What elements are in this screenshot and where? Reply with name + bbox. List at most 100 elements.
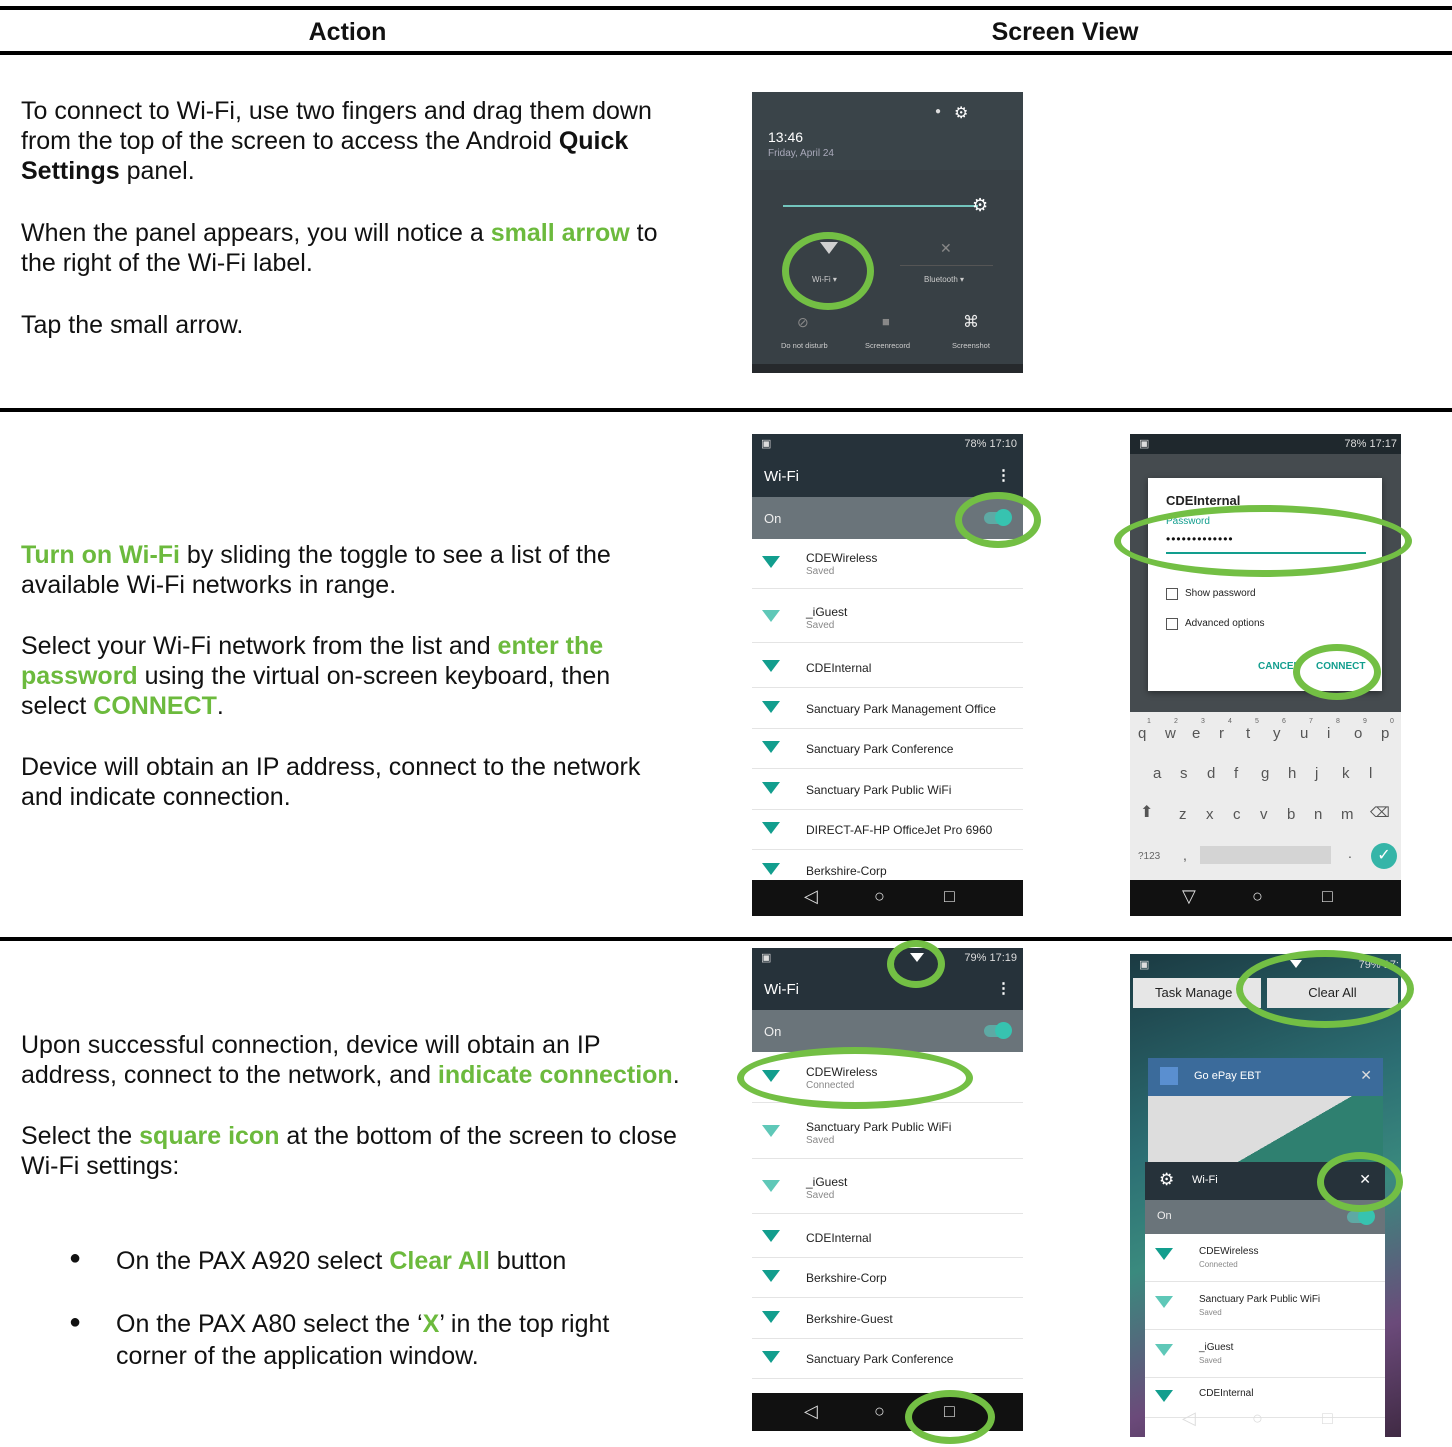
period-key[interactable]: . bbox=[1348, 845, 1352, 861]
key-i[interactable]: 8i bbox=[1319, 718, 1346, 746]
bullet-2-dot: ● bbox=[69, 1311, 82, 1333]
key-m[interactable]: m bbox=[1341, 806, 1354, 823]
network-item[interactable]: _iGuest Saved bbox=[752, 1168, 1023, 1214]
key-hint-number: 3 bbox=[1201, 718, 1205, 725]
highlight-ring-recents-button bbox=[905, 1390, 995, 1444]
quick-settings-header: ● ⚙ 13:46 Friday, April 24 bbox=[752, 92, 1023, 170]
qs-tile-bluetooth[interactable]: ✕ Bluetooth ▾ bbox=[912, 240, 982, 284]
comma-key[interactable]: , bbox=[1183, 847, 1187, 863]
key-t[interactable]: 5t bbox=[1238, 718, 1265, 746]
row-divider-1 bbox=[0, 408, 1452, 412]
key-v[interactable]: v bbox=[1260, 806, 1268, 823]
key-e[interactable]: 3e bbox=[1184, 718, 1211, 746]
key-j[interactable]: j bbox=[1315, 765, 1318, 782]
back-down-icon[interactable]: ▽ bbox=[1182, 886, 1196, 907]
back-icon[interactable]: ◁ bbox=[804, 886, 818, 907]
key-q[interactable]: 1q bbox=[1130, 718, 1157, 746]
key-hint-number: 2 bbox=[1174, 718, 1178, 725]
space-key[interactable] bbox=[1200, 846, 1331, 864]
advanced-options-label: Advanced options bbox=[1185, 618, 1265, 629]
home-icon[interactable]: ○ bbox=[1252, 886, 1263, 907]
nav-bar: ◁ ○ □ bbox=[752, 880, 1023, 916]
key-r[interactable]: 4r bbox=[1211, 718, 1238, 746]
network-item[interactable]: Sanctuary Park Management Office bbox=[752, 689, 1023, 729]
network-item[interactable]: _iGuest Saved bbox=[752, 598, 1023, 643]
keyboard-row-3: zxcvbnm bbox=[1173, 806, 1363, 828]
key-hint-number: 8 bbox=[1336, 718, 1340, 725]
row2-instructions: Turn on Wi-Fi by sliding the toggle to s… bbox=[21, 540, 681, 812]
network-item[interactable]: Berkshire-Guest bbox=[752, 1299, 1023, 1339]
back-icon[interactable]: ◁ bbox=[804, 1401, 818, 1422]
back-icon[interactable]: ◁ bbox=[1182, 1408, 1196, 1429]
qs-tile-screenshot-label: Screenshot bbox=[952, 341, 990, 350]
wifi-signal-icon bbox=[762, 782, 780, 794]
key-k[interactable]: k bbox=[1342, 765, 1350, 782]
key-o[interactable]: 9o bbox=[1346, 718, 1373, 746]
network-item[interactable]: Sanctuary Park Conference bbox=[752, 729, 1023, 769]
row1-instructions: To connect to Wi-Fi, use two fingers and… bbox=[21, 96, 681, 340]
key-letter: t bbox=[1246, 725, 1251, 742]
shift-key[interactable]: ⬆ bbox=[1140, 802, 1153, 822]
close-epay-icon[interactable]: ✕ bbox=[1360, 1067, 1372, 1084]
key-l[interactable]: l bbox=[1369, 765, 1372, 782]
key-letter: i bbox=[1327, 725, 1331, 742]
key-u[interactable]: 7u bbox=[1292, 718, 1319, 746]
network-item[interactable]: Sanctuary Park Conference bbox=[752, 1339, 1023, 1379]
wifi-signal-icon bbox=[762, 556, 780, 568]
network-item[interactable]: CDEWireless Saved bbox=[752, 544, 1023, 589]
recents-square-icon[interactable]: □ bbox=[1322, 1408, 1333, 1429]
network-item[interactable]: Sanctuary Park Public WiFi Saved bbox=[752, 1113, 1023, 1159]
overflow-menu-icon[interactable]: ⋮ bbox=[996, 466, 1011, 484]
wifi-lock-icon bbox=[762, 863, 780, 875]
network-item[interactable]: CDEInternal bbox=[752, 1218, 1023, 1258]
keyboard-row-2: asdfghjkl bbox=[1145, 765, 1385, 787]
qs-tile-do-not-disturb[interactable]: ⊘ Do not disturb bbox=[774, 314, 834, 354]
highlight-ring-wifi-status bbox=[887, 940, 945, 988]
home-icon[interactable]: ○ bbox=[874, 1401, 885, 1422]
key-a[interactable]: a bbox=[1153, 765, 1161, 782]
key-g[interactable]: g bbox=[1261, 765, 1269, 782]
advanced-options-checkbox[interactable] bbox=[1166, 618, 1178, 630]
key-x[interactable]: x bbox=[1206, 806, 1214, 823]
network-item[interactable]: Berkshire-Corp bbox=[752, 1258, 1023, 1298]
app-card-header: Go ePay EBT ✕ bbox=[1148, 1058, 1383, 1096]
qs-tile-screenrecord[interactable]: ■ Screenrecord bbox=[862, 314, 922, 354]
wifi-lock-icon bbox=[762, 1351, 780, 1363]
recents-square-icon[interactable]: □ bbox=[1322, 886, 1333, 907]
key-d[interactable]: d bbox=[1207, 765, 1215, 782]
key-y[interactable]: 6y bbox=[1265, 718, 1292, 746]
backspace-key[interactable]: ⌫ bbox=[1370, 804, 1390, 821]
key-p[interactable]: 0p bbox=[1373, 718, 1400, 746]
show-password-checkbox[interactable] bbox=[1166, 588, 1178, 600]
recents-square-icon[interactable]: □ bbox=[944, 886, 955, 907]
key-letter: p bbox=[1381, 725, 1390, 742]
overflow-menu-icon[interactable]: ⋮ bbox=[996, 979, 1011, 997]
network-item-connected[interactable]: CDEWireless Connected bbox=[1145, 1236, 1385, 1282]
wifi-toggle[interactable] bbox=[1347, 1208, 1375, 1225]
key-f[interactable]: f bbox=[1234, 765, 1238, 782]
row-divider-2 bbox=[0, 937, 1452, 941]
epay-card-title: Go ePay EBT bbox=[1194, 1070, 1262, 1082]
key-b[interactable]: b bbox=[1287, 806, 1295, 823]
network-item[interactable]: Sanctuary Park Public WiFi Saved bbox=[1145, 1284, 1385, 1330]
network-item[interactable]: CDEInternal bbox=[752, 648, 1023, 688]
home-icon[interactable]: ○ bbox=[1252, 1408, 1263, 1429]
key-w[interactable]: 2w bbox=[1157, 718, 1184, 746]
key-z[interactable]: z bbox=[1179, 806, 1187, 823]
brightness-slider-track[interactable] bbox=[783, 205, 978, 207]
wifi-toggle[interactable] bbox=[984, 1022, 1012, 1039]
home-icon[interactable]: ○ bbox=[874, 886, 885, 907]
key-s[interactable]: s bbox=[1180, 765, 1188, 782]
key-h[interactable]: h bbox=[1288, 765, 1296, 782]
key-hint-number: 6 bbox=[1282, 718, 1286, 725]
key-c[interactable]: c bbox=[1233, 806, 1241, 823]
qs-tile-screenshot[interactable]: ⌘ Screenshot bbox=[950, 314, 1010, 354]
network-item[interactable]: DIRECT-AF-HP OfficeJet Pro 6960 bbox=[752, 810, 1023, 850]
key-n[interactable]: n bbox=[1314, 806, 1322, 823]
network-item[interactable]: _iGuest Saved bbox=[1145, 1332, 1385, 1378]
done-check-key[interactable]: ✓ bbox=[1371, 843, 1397, 869]
status-bar: ▣ 78% 17:17 bbox=[1130, 434, 1401, 454]
alarm-icon: ● bbox=[935, 106, 942, 117]
network-item[interactable]: Sanctuary Park Public WiFi bbox=[752, 770, 1023, 810]
symbols-key[interactable]: ?123 bbox=[1138, 851, 1160, 862]
